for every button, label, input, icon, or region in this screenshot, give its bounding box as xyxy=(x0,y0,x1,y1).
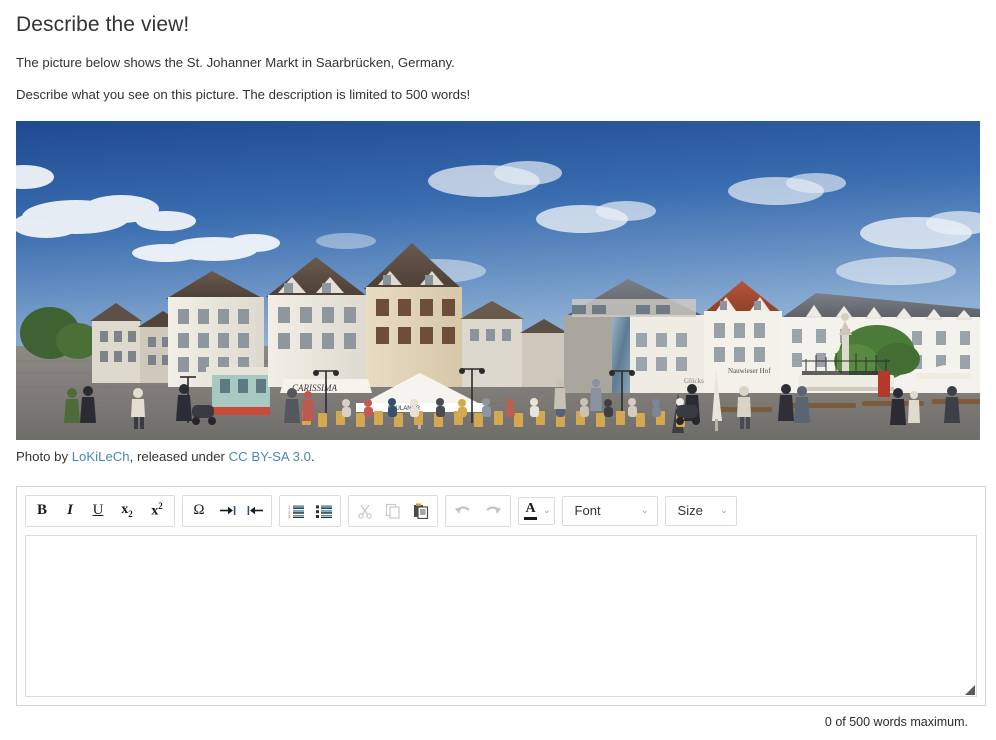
page-title: Describe the view! xyxy=(16,13,980,37)
subscript-button[interactable]: x2 xyxy=(112,498,142,524)
caption-prefix: Photo by xyxy=(16,449,72,464)
caption-middle: , released under xyxy=(130,449,229,464)
special-character-button[interactable]: Ω xyxy=(185,498,213,524)
indent-button[interactable] xyxy=(213,498,241,524)
font-size-select[interactable]: Size ⌄ xyxy=(665,496,737,526)
svg-text:3: 3 xyxy=(288,514,291,518)
numbered-list-icon: 1 2 3 xyxy=(288,504,305,518)
toolbar-group-clipboard xyxy=(348,495,438,527)
numbered-list-button[interactable]: 1 2 3 xyxy=(282,498,310,524)
hotel-sign-text: Nauwieser Hof xyxy=(728,367,771,375)
editor-toolbar: B I U x2 x2 Ω xyxy=(25,495,977,527)
photo-author-link[interactable]: LoKiLeCh xyxy=(72,449,130,464)
photo-caption: Photo by LoKiLeCh, released under CC BY-… xyxy=(16,449,980,464)
chevron-down-icon: ⌄ xyxy=(720,505,728,516)
market-square-photo: Glückssträhne Nauwieser Hof xyxy=(16,121,980,440)
bold-button[interactable]: B xyxy=(28,498,56,524)
description-textarea[interactable] xyxy=(25,535,977,697)
font-size-label: Size xyxy=(678,503,703,518)
undo-icon xyxy=(454,503,472,518)
undo-button[interactable] xyxy=(448,498,478,524)
page-container: Describe the view! The picture below sho… xyxy=(0,13,996,729)
underline-icon: U xyxy=(93,502,104,519)
superscript-icon: x2 xyxy=(151,501,163,520)
toolbar-group-history xyxy=(445,495,511,527)
font-family-select[interactable]: Font ⌄ xyxy=(562,496,658,526)
superscript-button[interactable]: x2 xyxy=(142,498,172,524)
paste-button[interactable] xyxy=(407,498,435,524)
omega-icon: Ω xyxy=(193,502,204,519)
font-family-label: Font xyxy=(575,503,601,518)
bulleted-list-icon xyxy=(316,504,333,518)
caption-suffix: . xyxy=(311,449,315,464)
cut-button[interactable] xyxy=(351,498,379,524)
subscript-icon: x2 xyxy=(121,502,133,519)
italic-icon: I xyxy=(67,502,73,519)
copy-button[interactable] xyxy=(379,498,407,524)
chevron-down-icon[interactable]: ⌄ xyxy=(543,505,551,516)
license-link[interactable]: CC BY-SA 3.0 xyxy=(229,449,311,464)
chevron-down-icon: ⌄ xyxy=(641,505,649,516)
indent-icon xyxy=(219,504,236,517)
awning-text: CARISSIMA xyxy=(292,383,337,393)
text-color-icon: A xyxy=(524,502,537,520)
outdent-icon xyxy=(247,504,264,517)
resize-handle[interactable] xyxy=(963,683,975,695)
scissors-icon xyxy=(357,503,373,519)
outdent-button[interactable] xyxy=(241,498,269,524)
redo-button[interactable] xyxy=(478,498,508,524)
intro-text-instructions: Describe what you see on this picture. T… xyxy=(16,86,980,104)
toolbar-group-formatting: B I U x2 x2 xyxy=(25,495,175,527)
bulleted-list-button[interactable] xyxy=(310,498,338,524)
paste-icon xyxy=(413,503,429,519)
bold-icon: B xyxy=(37,502,47,519)
rich-text-editor: B I U x2 x2 Ω xyxy=(16,486,986,706)
text-color-button[interactable]: A ⌄ xyxy=(518,497,555,525)
toolbar-group-insert: Ω xyxy=(182,495,272,527)
toolbar-group-lists: 1 2 3 xyxy=(279,495,341,527)
copy-icon xyxy=(385,503,401,519)
underline-button[interactable]: U xyxy=(84,498,112,524)
building-mint xyxy=(206,367,274,415)
intro-text-location: The picture below shows the St. Johanner… xyxy=(16,54,980,72)
photo-scene: Glückssträhne Nauwieser Hof xyxy=(16,121,980,440)
redo-icon xyxy=(484,503,502,518)
italic-button[interactable]: I xyxy=(56,498,84,524)
